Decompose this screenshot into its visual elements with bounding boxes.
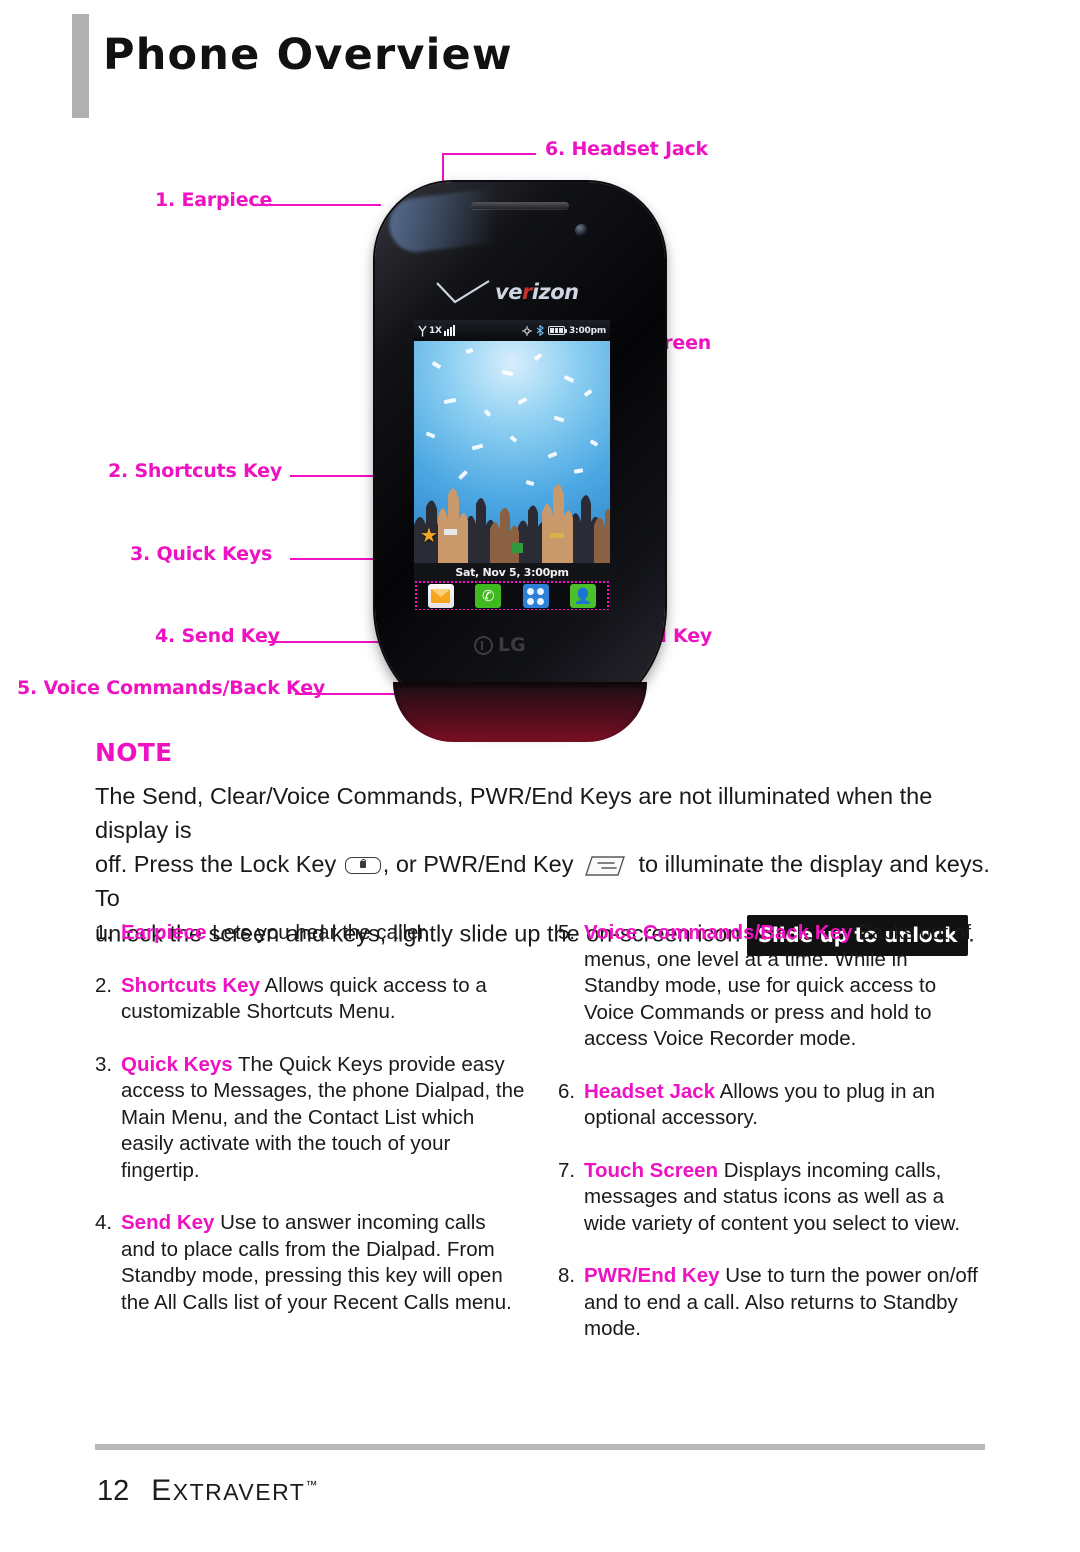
front-camera-icon [575,224,588,237]
trademark-symbol: ™ [305,1478,319,1492]
phone-body: verizon 1X 3:00pm ★ Sat, Nov 5, 3:00pm ✆… [375,182,665,727]
definition-term: Headset Jack [584,1079,716,1103]
signal-strength-icon [443,325,455,336]
definition-item: 7. Touch Screen Displays incoming calls,… [558,1158,988,1238]
crowd-hands-illustration [414,484,610,563]
lg-circle-icon [474,635,493,655]
callout-label-voice-commands-back-key: 5. Voice Commands/Back Key [17,677,326,699]
signal-antenna-icon [418,325,427,336]
phone-gloss-highlight [386,183,542,255]
header-accent-bar [72,14,89,118]
wallpaper-image: ★ [414,341,610,563]
network-type-label: 1X [429,325,442,336]
status-bar-right: 3:00pm [522,325,606,336]
definition-term: Send Key [121,1211,215,1234]
footer-divider [95,1444,985,1450]
touch-screen[interactable]: 1X 3:00pm ★ Sat, Nov 5, 3:00pm ✆ 👤 [414,320,610,610]
date-time-bar: Sat, Nov 5, 3:00pm [414,563,610,582]
status-bar-clock: 3:00pm [568,325,606,336]
note-line-1: The Send, Clear/Voice Commands, PWR/End … [95,783,933,843]
definition-number: 6. [558,1079,576,1103]
leader-line-headset-jack-h [442,153,536,155]
footer-content: 12 EXTRAVERT™ [97,1474,319,1508]
status-bar: 1X 3:00pm [414,320,610,341]
definition-text: Touch Screen Displays incoming calls, me… [584,1158,988,1238]
lg-logo: LG [474,634,526,656]
definition-item: 2. Shortcuts Key Allows quick access to … [95,973,525,1026]
phone-diagram: 6. Headset Jack 1. Earpiece 7. Touch Scr… [0,120,1080,742]
callout-label-send-key: 4. Send Key [155,625,280,647]
note-line-2b: , or PWR/End Key [382,851,574,877]
verizon-logo: verizon [435,278,610,310]
battery-icon [547,326,567,335]
definition-number: 7. [558,1158,576,1182]
phone-illustration: verizon 1X 3:00pm ★ Sat, Nov 5, 3:00pm ✆… [375,182,665,742]
definitions-column-right: 5. Voice Commands/Back Key Backs out of … [558,920,988,1369]
definitions-section: 1. Earpiece Lets you hear the caller. 2.… [95,920,1015,1340]
status-bar-left: 1X [418,325,455,337]
earpiece-speaker [471,202,569,209]
definition-term: Shortcuts Key [121,973,260,997]
definition-term: Earpiece [121,921,207,944]
page-number: 12 [97,1475,130,1507]
verizon-check-icon [436,280,490,304]
leader-line-earpiece [258,204,381,206]
verizon-wordmark: verizon [495,280,579,304]
definition-text: Send Key Use to answer incoming calls an… [121,1210,525,1316]
definition-text: PWR/End Key Use to turn the power on/off… [584,1263,988,1343]
definition-item: 5. Voice Commands/Back Key Backs out of … [558,920,988,1053]
definition-item: 8. PWR/End Key Use to turn the power on/… [558,1263,988,1343]
page-title: Phone Overview [103,30,513,80]
lg-wordmark: LG [498,634,526,656]
brand-initial: E [151,1474,173,1507]
manual-page: Phone Overview 6. Headset Jack 1. Earpie… [0,0,1080,1552]
definition-number: 1. [95,921,113,944]
phone-bottom-rim [393,682,647,742]
definition-item: 1. Earpiece Lets you hear the caller. [95,920,525,947]
definition-text: Voice Commands/Back Key Backs out of men… [584,920,988,1053]
definition-number: 3. [95,1052,113,1076]
definition-term: PWR/End Key [584,1264,720,1287]
callout-label-earpiece: 1. Earpiece [155,189,273,211]
lock-key-icon [344,857,381,875]
callout-label-shortcuts-key: 2. Shortcuts Key [108,460,283,482]
note-line-2a: off. Press the Lock Key [95,851,337,877]
definition-item: 6. Headset Jack Allows you to plug in an… [558,1079,988,1132]
callout-label-quick-keys: 3. Quick Keys [130,543,273,565]
quick-keys-highlight-box [415,581,609,610]
definitions-column-left: 1. Earpiece Lets you hear the caller. 2.… [95,920,525,1342]
shortcuts-key-star-icon[interactable]: ★ [419,526,439,546]
definition-text: Quick Keys The Quick Keys provide easy a… [121,1052,525,1185]
definition-number: 8. [558,1264,576,1287]
brand-remainder: XTRAVERT [172,1479,306,1505]
definition-number: 4. [95,1211,113,1234]
definition-term: Voice Commands/Back Key [584,921,853,944]
callout-label-headset-jack: 6. Headset Jack [545,138,708,160]
definition-item: 4. Send Key Use to answer incoming calls… [95,1210,525,1316]
bluetooth-icon [536,325,544,336]
definition-number: 5. [558,921,576,944]
page-header: Phone Overview [0,0,1080,120]
definition-number: 2. [95,973,113,997]
product-brand-name: EXTRAVERT™ [151,1474,319,1508]
note-title: NOTE [95,738,173,767]
pwr-end-key-inline-icon [585,856,625,876]
definition-term: Quick Keys [121,1052,233,1076]
definition-text: Shortcuts Key Allows quick access to a c… [121,973,525,1026]
page-footer: 12 EXTRAVERT™ [0,1432,1080,1552]
definition-item: 3. Quick Keys The Quick Keys provide eas… [95,1052,525,1185]
definition-description: Lets you hear the caller. [206,921,430,944]
definition-text: Earpiece Lets you hear the caller. [121,920,525,947]
location-gps-icon [522,325,532,336]
definition-term: Touch Screen [584,1158,719,1182]
definition-text: Headset Jack Allows you to plug in an op… [584,1079,988,1132]
